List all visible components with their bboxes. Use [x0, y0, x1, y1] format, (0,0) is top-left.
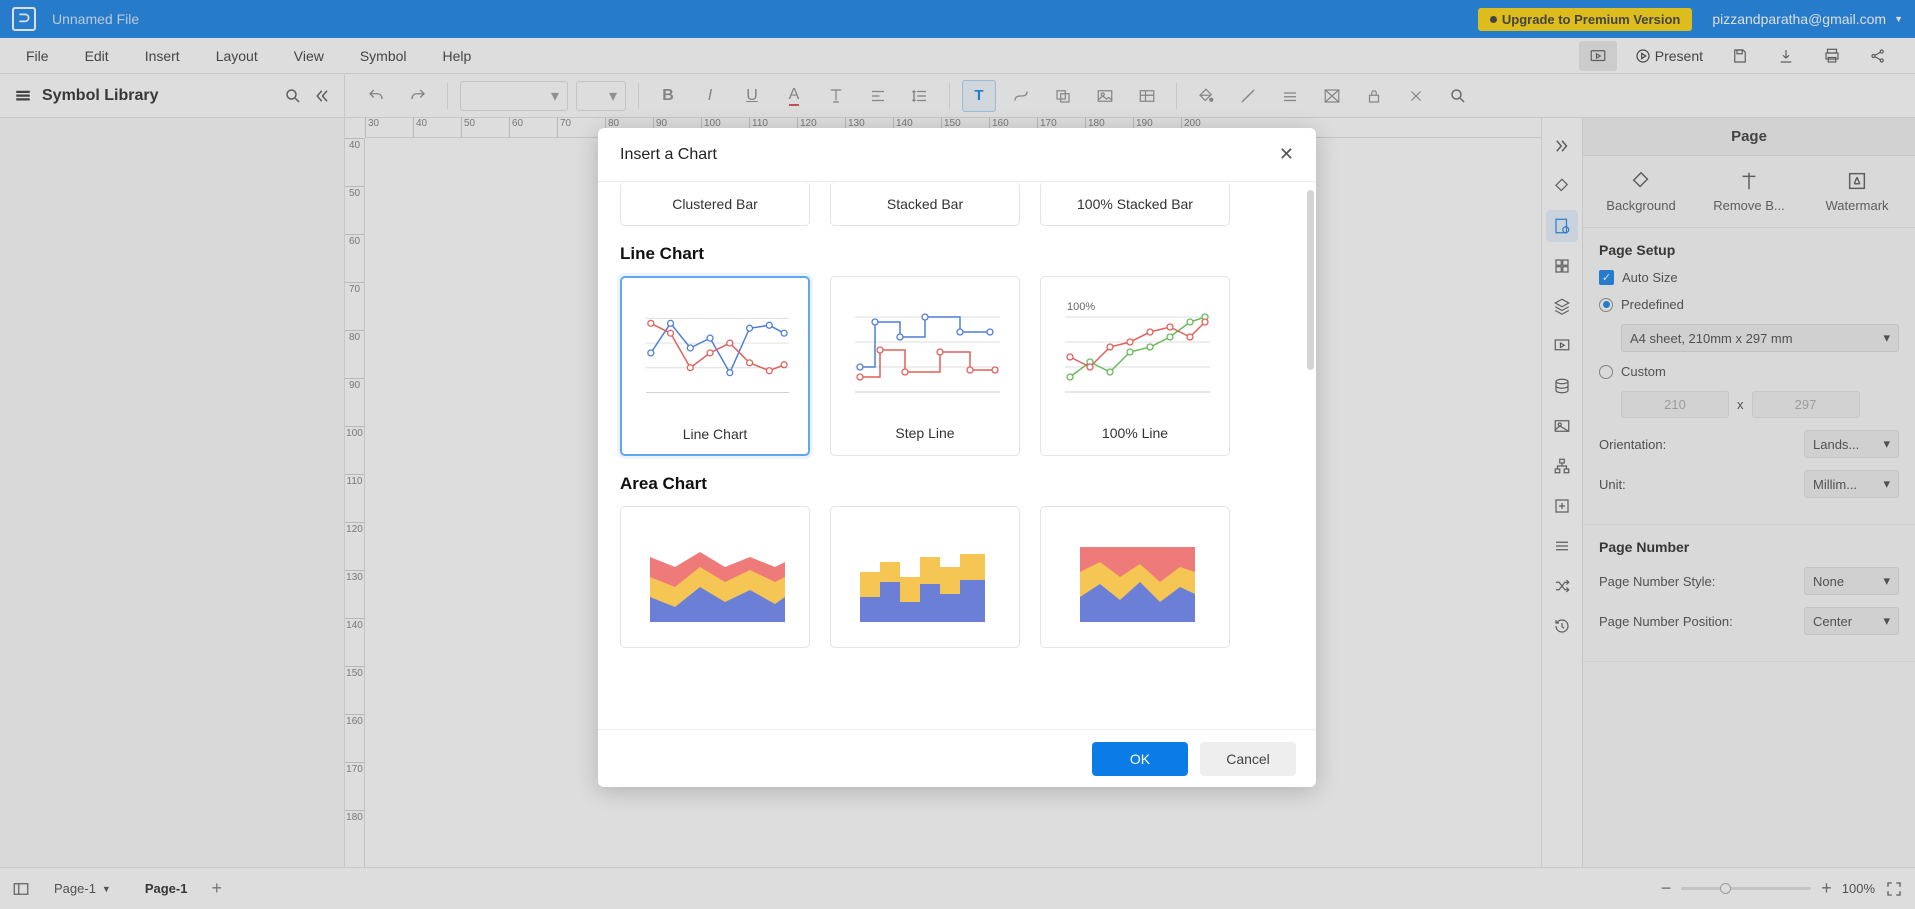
chart-100-line[interactable]: 100% 100% Line	[1040, 276, 1230, 456]
chart-100-stacked-bar[interactable]: 100% Stacked Bar	[1040, 182, 1230, 226]
chart-area[interactable]	[620, 506, 810, 648]
chart-clustered-bar[interactable]: Clustered Bar	[620, 182, 810, 226]
dialog-scrollbar[interactable]	[1307, 190, 1314, 370]
ok-button[interactable]: OK	[1092, 742, 1188, 776]
chart-line[interactable]: Line Chart	[620, 276, 810, 456]
chart-step-area[interactable]	[830, 506, 1020, 648]
dialog-title: Insert a Chart	[620, 146, 717, 164]
insert-chart-dialog: Insert a Chart ✕ Clustered Bar Stacked B…	[598, 128, 1316, 787]
chart-stacked-area[interactable]	[1040, 506, 1230, 648]
hundred-label: 100%	[1067, 301, 1095, 313]
line-chart-heading: Line Chart	[620, 244, 1294, 264]
area-chart-heading: Area Chart	[620, 474, 1294, 494]
chart-step-line[interactable]: Step Line	[830, 276, 1020, 456]
chart-stacked-bar[interactable]: Stacked Bar	[830, 182, 1020, 226]
close-icon[interactable]: ✕	[1279, 144, 1294, 165]
cancel-button[interactable]: Cancel	[1200, 742, 1296, 776]
